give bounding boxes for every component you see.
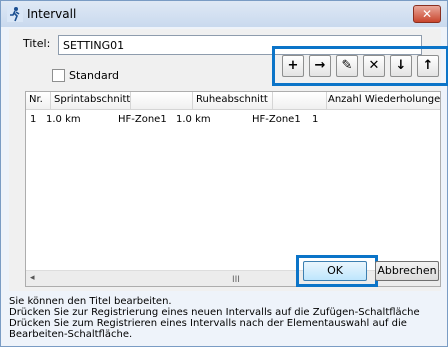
scroll-thumb[interactable]: III <box>232 275 240 285</box>
move-up-button[interactable]: ↑ <box>417 55 439 77</box>
next-button[interactable]: → <box>309 55 331 77</box>
dialog-body: Titel: Standard + → ✎ ✕ ↓ ↑ Nr. Sprintab… <box>9 29 448 291</box>
cell-sprint-zone: HF-Zone1 <box>118 114 167 125</box>
delete-button[interactable]: ✕ <box>363 55 385 77</box>
scroll-left-icon[interactable]: ◂ <box>30 273 35 283</box>
hint-text: Sie können den Titel bearbeiten. Drücken… <box>9 296 441 340</box>
runner-icon <box>7 6 23 22</box>
interval-table[interactable]: Nr. Sprintabschnitt Ruheabschnitt Anzahl… <box>25 91 441 287</box>
cell-rest: 1.0 km <box>176 114 211 125</box>
hint-line: Sie können den Titel bearbeiten. <box>9 296 172 307</box>
cell-sprint: 1.0 km <box>46 114 81 125</box>
cancel-button[interactable]: Abbrechen <box>375 261 439 281</box>
interval-dialog: Intervall ✕ Titel: Standard + → ✎ ✕ ↓ ↑ … <box>0 0 448 347</box>
hint-line: Bearbeiten-Schaltfläche. <box>9 329 133 340</box>
toolbar: + → ✎ ✕ ↓ ↑ <box>282 55 442 77</box>
window-title: Intervall <box>27 7 77 21</box>
title-bar: Intervall ✕ <box>1 1 447 27</box>
cell-nr: 1 <box>30 114 37 125</box>
col-sprint[interactable]: Sprintabschnitt <box>54 94 130 105</box>
add-button[interactable]: + <box>282 55 304 77</box>
close-button[interactable]: ✕ <box>413 5 441 23</box>
col-nr[interactable]: Nr. <box>29 94 43 105</box>
edit-button[interactable]: ✎ <box>336 55 358 77</box>
ok-button[interactable]: OK <box>303 261 367 281</box>
standard-checkbox[interactable] <box>52 69 65 82</box>
hint-line: Drücken Sie zur Registrierung eines neue… <box>9 307 420 318</box>
table-header: Nr. Sprintabschnitt Ruheabschnitt Anzahl… <box>26 92 440 110</box>
standard-label: Standard <box>69 69 120 82</box>
move-down-button[interactable]: ↓ <box>390 55 412 77</box>
col-rest[interactable]: Ruheabschnitt <box>196 94 268 105</box>
col-repetitions[interactable]: Anzahl Wiederholungen <box>328 94 440 105</box>
hint-line: Drücken Sie zum Registrieren eines Inter… <box>9 318 407 329</box>
cell-rest-zone: HF-Zone1 <box>252 114 301 125</box>
title-label: Titel: <box>23 37 51 50</box>
cell-repetitions: 1 <box>312 114 319 125</box>
